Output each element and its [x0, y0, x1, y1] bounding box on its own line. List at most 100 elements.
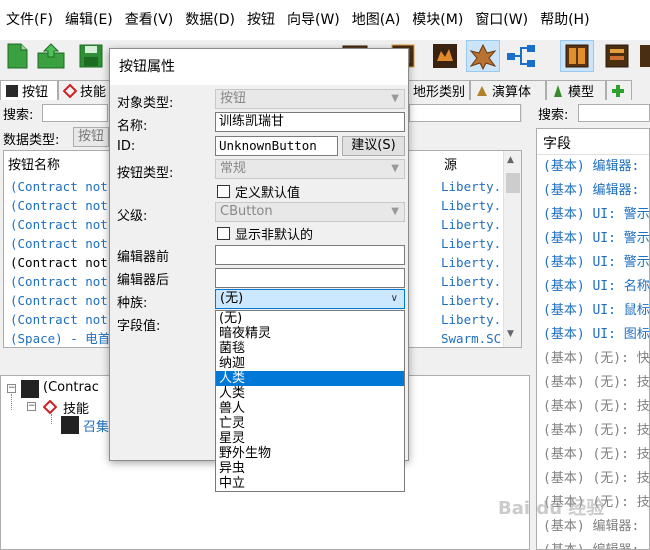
search-scroll[interactable]: [521, 104, 531, 122]
menu-data[interactable]: 数据(D): [179, 0, 241, 40]
race-option[interactable]: (无): [216, 311, 404, 326]
editor-prefix-field[interactable]: [215, 245, 405, 265]
menu-help[interactable]: 帮助(H): [534, 0, 595, 40]
tab-models[interactable]: 模型: [546, 80, 606, 100]
scroll-down-icon[interactable]: ▼: [507, 329, 514, 339]
tree-collapse-icon[interactable]: −: [27, 402, 36, 411]
menu-map[interactable]: 地图(A): [346, 0, 407, 40]
button-type-value: 常规: [220, 161, 247, 176]
search-input-tail[interactable]: [409, 104, 521, 122]
scroll-up-icon[interactable]: ▲: [507, 155, 514, 165]
parent-select[interactable]: CButton ▼: [215, 202, 405, 222]
list-item-source[interactable]: Liberty.: [441, 177, 503, 196]
tab-buttons[interactable]: 按钮: [0, 80, 58, 100]
define-default-checkbox[interactable]: 定义默认值: [217, 182, 300, 201]
orange-book-icon[interactable]: [560, 40, 594, 72]
tab-terrain[interactable]: 地形类别: [408, 80, 470, 100]
race-select[interactable]: (无) ∨: [215, 289, 405, 309]
tab-label: 地形类别: [413, 85, 466, 100]
race-option[interactable]: 纳迦: [216, 356, 404, 371]
field-row[interactable]: (基本) UI: 警示: [543, 203, 649, 227]
list-item-source[interactable]: Swarm.SC: [441, 329, 503, 348]
menu-buttons[interactable]: 按钮: [241, 0, 281, 40]
field-list: 字段 (基本) 编辑器: (基本) 编辑器: (基本) UI: 警示 (基本) UI:…: [536, 128, 650, 550]
list-item-source[interactable]: Liberty.: [441, 196, 503, 215]
race-options-list: (无) 暗夜精灵 菌毯 纳迦 人类 人类 兽人 亡灵 星灵 野外生物 异虫 中立: [215, 310, 405, 492]
list-item-source[interactable]: Liberty.: [441, 310, 503, 329]
tab-abilities[interactable]: 技能: [58, 80, 110, 100]
add-tab-button[interactable]: [606, 80, 632, 100]
button-icon: [5, 84, 19, 98]
field-row[interactable]: (基本) (无): 快: [543, 347, 649, 371]
checkbox-label: 定义默认值: [235, 186, 301, 201]
network-icon[interactable]: [504, 40, 538, 72]
editor-suffix-label: 编辑器后: [117, 273, 170, 288]
beast-icon[interactable]: [428, 40, 462, 72]
menu-file[interactable]: 文件(F): [0, 0, 59, 40]
field-row[interactable]: (基本) (无): 技: [543, 419, 649, 443]
open-folder-icon[interactable]: [34, 40, 68, 72]
checkbox-box[interactable]: [217, 185, 230, 198]
field-row[interactable]: (基本) UI: 名称: [543, 275, 649, 299]
editor-suffix-field[interactable]: [215, 268, 405, 288]
race-option[interactable]: 菌毯: [216, 341, 404, 356]
chevron-down-icon: ∨: [390, 293, 398, 304]
field-row[interactable]: (基本) (无): 技: [543, 371, 649, 395]
tab-actors[interactable]: 演算体: [470, 80, 546, 100]
race-option[interactable]: 星灵: [216, 431, 404, 446]
right-search-input[interactable]: [578, 104, 650, 122]
checkbox-box[interactable]: [217, 227, 230, 240]
suggest-button[interactable]: 建议(S): [342, 136, 405, 156]
list-item-source[interactable]: Liberty.: [441, 291, 503, 310]
field-row[interactable]: (基本) UI: 图标: [543, 323, 649, 347]
field-row[interactable]: (基本) (无): 技: [543, 467, 649, 491]
list-scrollbar[interactable]: ▲ ▼: [503, 151, 521, 347]
field-row[interactable]: (基本) (无): 技: [543, 443, 649, 467]
scroll-thumb[interactable]: [506, 173, 520, 193]
race-option[interactable]: 暗夜精灵: [216, 326, 404, 341]
list-item-source[interactable]: Liberty.: [441, 253, 503, 272]
menu-module[interactable]: 模块(M): [406, 0, 469, 40]
field-row[interactable]: (基本) 编辑器:: [543, 155, 639, 179]
tab-label: 模型: [568, 85, 595, 100]
search-input[interactable]: [42, 104, 108, 122]
save-icon[interactable]: [74, 40, 108, 72]
overflow-icon[interactable]: [640, 40, 650, 72]
list-item-source[interactable]: Liberty.: [441, 234, 503, 253]
field-row[interactable]: (基本) UI: 警示: [543, 251, 649, 275]
show-non-default-checkbox[interactable]: 显示非默认的: [217, 224, 313, 243]
id-label: ID:: [117, 139, 136, 154]
race-option[interactable]: 亡灵: [216, 416, 404, 431]
race-option[interactable]: 人类: [216, 386, 404, 401]
panel-icon[interactable]: [600, 40, 634, 72]
race-option[interactable]: 人类: [216, 371, 404, 386]
tree-collapse-icon[interactable]: −: [7, 384, 16, 393]
spider-unit-icon[interactable]: [466, 40, 500, 72]
field-row[interactable]: (基本) 编辑器:: [543, 179, 639, 203]
menu-view[interactable]: 查看(V): [119, 0, 180, 40]
new-file-icon[interactable]: [0, 40, 34, 72]
button-type-select[interactable]: 常规 ▼: [215, 159, 405, 179]
name-field[interactable]: 训练凯瑞甘: [215, 112, 405, 132]
menu-edit[interactable]: 编辑(E): [59, 0, 119, 40]
race-option[interactable]: 野外生物: [216, 446, 404, 461]
race-option[interactable]: 异虫: [216, 461, 404, 476]
menu-wizard[interactable]: 向导(W): [281, 0, 346, 40]
list-item-source[interactable]: Liberty.: [441, 215, 503, 234]
race-option[interactable]: 兽人: [216, 401, 404, 416]
id-field[interactable]: UnknownButton: [215, 136, 338, 156]
field-row[interactable]: (基本) UI: 警示: [543, 227, 649, 251]
field-row[interactable]: (基本) UI: 鼠标: [543, 299, 649, 323]
race-option[interactable]: 中立: [216, 476, 404, 491]
object-type-select[interactable]: 按钮 ▼: [215, 89, 405, 109]
tree-leaf-label[interactable]: 召集: [83, 416, 109, 435]
search-label: 搜索:: [3, 108, 34, 123]
tree-child-label[interactable]: 技能: [63, 398, 89, 417]
data-type-select[interactable]: 按钮: [73, 127, 109, 147]
parent-label: 父级:: [117, 209, 148, 224]
list-item-source[interactable]: Liberty.: [441, 272, 503, 291]
field-row[interactable]: (基本) 编辑器:: [543, 539, 639, 549]
menu-window[interactable]: 窗口(W): [469, 0, 534, 40]
tree-root-label[interactable]: (Contrac: [43, 380, 99, 395]
field-row[interactable]: (基本) (无): 技: [543, 395, 649, 419]
